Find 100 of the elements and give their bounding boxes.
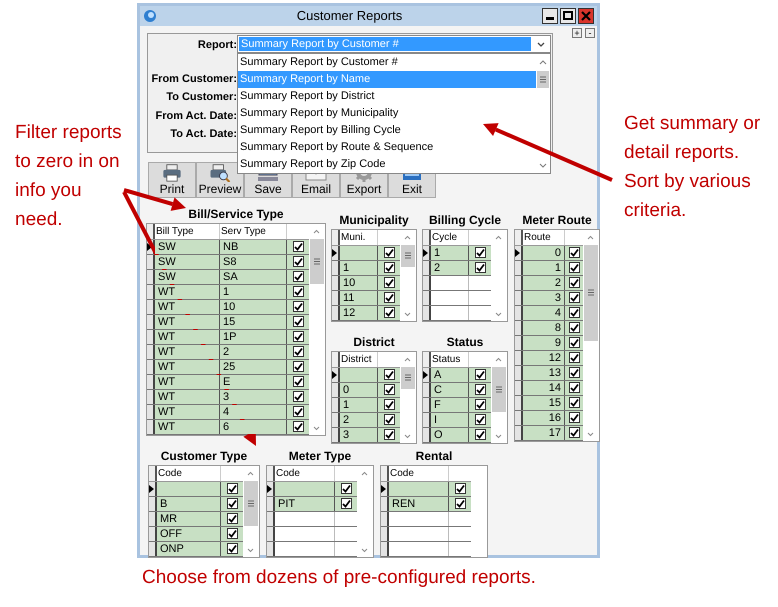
checkbox[interactable]: [454, 498, 466, 509]
row-selector[interactable]: [515, 396, 523, 410]
row-selector[interactable]: [147, 404, 155, 418]
scroll-up-icon[interactable]: [586, 234, 595, 240]
row-selector[interactable]: [267, 496, 275, 510]
checkbox[interactable]: [568, 427, 580, 438]
row-selector[interactable]: [515, 380, 523, 394]
row-selector[interactable]: [423, 412, 431, 426]
column-header[interactable]: Code: [389, 466, 449, 480]
row-selector[interactable]: [149, 512, 157, 526]
scroll-thumb[interactable]: [244, 480, 258, 526]
checkbox[interactable]: [384, 307, 394, 318]
checkbox[interactable]: [568, 337, 580, 348]
row-selector[interactable]: [332, 276, 340, 290]
checkbox[interactable]: [474, 414, 486, 425]
row-selector[interactable]: [149, 526, 157, 540]
row-selector[interactable]: [267, 482, 275, 496]
scroll-down-icon[interactable]: [494, 432, 503, 440]
column-header[interactable]: Bill Type: [155, 224, 220, 238]
scroll-thumb[interactable]: [537, 70, 549, 88]
checkbox[interactable]: [568, 397, 580, 408]
checkbox[interactable]: [474, 384, 486, 395]
row-selector[interactable]: [381, 482, 389, 496]
minimize-button[interactable]: [542, 8, 558, 24]
row-selector[interactable]: [423, 368, 431, 382]
row-selector[interactable]: [515, 276, 523, 290]
maximize-button[interactable]: [560, 8, 576, 24]
scroll-thumb[interactable]: [492, 366, 506, 412]
checkbox[interactable]: [474, 399, 486, 410]
column-header[interactable]: Route: [523, 230, 565, 244]
row-selector[interactable]: [332, 306, 340, 320]
checkbox[interactable]: [568, 307, 580, 318]
checkbox[interactable]: [568, 352, 580, 363]
row-selector[interactable]: [149, 496, 157, 510]
row-selector[interactable]: [515, 336, 523, 350]
row-selector[interactable]: [381, 496, 389, 510]
scroll-down-icon[interactable]: [494, 310, 503, 318]
dropdown-option[interactable]: Summary Report by District: [238, 88, 536, 104]
scroll-thumb[interactable]: [401, 366, 415, 388]
row-selector[interactable]: [423, 306, 431, 320]
scroll-up-icon[interactable]: [494, 356, 503, 362]
row-selector[interactable]: [332, 412, 340, 426]
close-button[interactable]: [578, 8, 594, 24]
row-selector[interactable]: [267, 542, 275, 556]
row-selector[interactable]: [267, 512, 275, 526]
row-selector[interactable]: [381, 512, 389, 526]
row-selector[interactable]: [332, 246, 340, 260]
checkbox[interactable]: [384, 429, 394, 440]
checkbox[interactable]: [292, 286, 304, 297]
row-selector[interactable]: [147, 284, 155, 298]
row-selector[interactable]: [147, 374, 155, 388]
scroll-up-icon[interactable]: [246, 470, 255, 476]
scroll-up-icon[interactable]: [312, 228, 321, 234]
row-selector[interactable]: [149, 542, 157, 556]
column-header[interactable]: Status: [431, 352, 469, 366]
scroll-down-icon[interactable]: [246, 546, 255, 554]
checkbox[interactable]: [474, 247, 486, 258]
checkbox[interactable]: [384, 384, 394, 395]
checkbox[interactable]: [474, 262, 486, 273]
row-selector[interactable]: [423, 382, 431, 396]
scroll-thumb[interactable]: [401, 244, 415, 266]
checkbox[interactable]: [292, 421, 304, 432]
zoom-button[interactable]: +: [572, 28, 582, 38]
row-selector[interactable]: [332, 398, 340, 412]
column-header[interactable]: District: [340, 352, 378, 366]
checkbox[interactable]: [226, 543, 238, 554]
row-selector[interactable]: [332, 368, 340, 382]
row-selector[interactable]: [515, 320, 523, 334]
checkbox[interactable]: [292, 361, 304, 372]
scroll-up-icon[interactable]: [403, 234, 412, 240]
checkbox[interactable]: [568, 322, 580, 333]
scroll-thumb[interactable]: [584, 244, 598, 340]
row-selector[interactable]: [147, 344, 155, 358]
checkbox[interactable]: [292, 301, 304, 312]
checkbox[interactable]: [454, 483, 466, 494]
zoom-button[interactable]: -: [585, 28, 595, 38]
checkbox[interactable]: [226, 498, 238, 509]
row-selector[interactable]: [515, 246, 523, 260]
row-selector[interactable]: [147, 270, 155, 284]
checkbox[interactable]: [292, 391, 304, 402]
row-selector[interactable]: [147, 330, 155, 344]
row-selector[interactable]: [332, 260, 340, 274]
column-header[interactable]: Code: [275, 466, 335, 480]
column-header[interactable]: Cycle: [431, 230, 469, 244]
row-selector[interactable]: [147, 420, 155, 434]
scroll-down-icon[interactable]: [586, 430, 595, 438]
row-selector[interactable]: [423, 246, 431, 260]
checkbox[interactable]: [474, 429, 486, 440]
checkbox[interactable]: [568, 277, 580, 288]
row-selector[interactable]: [423, 276, 431, 290]
scroll-down-icon[interactable]: [403, 432, 412, 440]
scroll-down-icon[interactable]: [538, 162, 548, 170]
scroll-up-icon[interactable]: [360, 470, 369, 476]
checkbox[interactable]: [568, 292, 580, 303]
checkbox[interactable]: [568, 247, 580, 258]
row-selector[interactable]: [515, 350, 523, 364]
checkbox[interactable]: [384, 277, 394, 288]
dropdown-option[interactable]: Summary Report by Billing Cycle: [238, 122, 536, 138]
checkbox[interactable]: [292, 256, 304, 267]
checkbox[interactable]: [568, 382, 580, 393]
